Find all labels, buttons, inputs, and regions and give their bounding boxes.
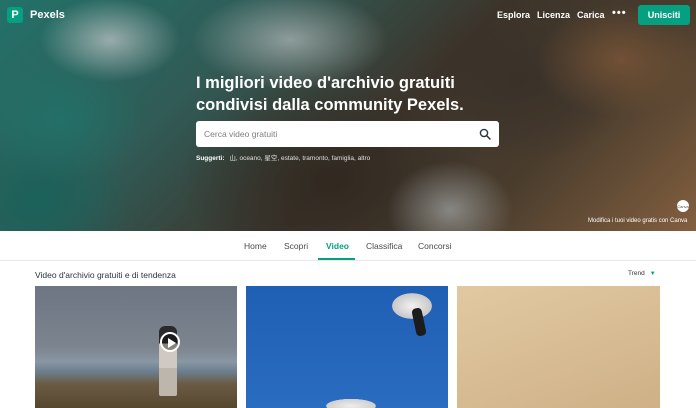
active-tab-indicator [318,258,355,260]
play-icon[interactable] [160,332,180,352]
suggestions-label: Suggerti: [196,155,225,162]
nav-link-licenza[interactable]: Licenza [537,10,570,20]
section-title: Video d'archivio gratuiti e di tendenza [35,270,176,280]
video-card[interactable] [35,286,237,408]
hero-title: I migliori video d'archivio gratuiti con… [196,72,516,116]
video-card[interactable] [457,286,660,408]
pexels-logo-icon[interactable]: P [7,7,23,23]
nav-link-carica[interactable]: Carica [577,10,605,20]
tab-classifica[interactable]: Classifica [366,241,402,251]
video-thumbnail-subject [384,286,440,336]
tab-home[interactable]: Home [244,241,267,251]
top-navigation: P Pexels Esplora Licenza Carica ••• Unis… [0,0,696,30]
sort-dropdown[interactable]: Trend ▼ [628,270,656,277]
tab-video[interactable]: Video [326,241,349,251]
search-suggestions: Suggerti: 山, oceano, 星空, estate, tramont… [196,152,370,162]
brand-name[interactable]: Pexels [30,9,65,21]
sort-label: Trend [628,270,645,277]
video-thumbnail-subject [316,394,386,408]
canva-promo-link[interactable]: Modifica i tuoi video gratis con Canva [588,218,687,224]
tab-scopri[interactable]: Scopri [284,241,308,251]
more-menu-icon[interactable]: ••• [612,7,627,19]
section-tabs: Home Scopri Video Classifica Concorsi [0,231,696,261]
video-card[interactable] [246,286,448,408]
canva-logo-icon[interactable]: Canva [677,200,689,212]
hero-title-line-2: condivisi dalla community Pexels. [196,96,464,114]
chevron-down-icon: ▼ [649,271,656,277]
hero-title-line-1: I migliori video d'archivio gratuiti [196,74,455,92]
search-bar [196,121,499,147]
suggestions-list[interactable]: 山, oceano, 星空, estate, tramonto, famigli… [229,155,370,162]
search-input[interactable] [204,121,474,147]
nav-link-esplora[interactable]: Esplora [497,10,530,20]
join-button[interactable]: Unisciti [638,5,690,25]
tab-concorsi[interactable]: Concorsi [418,241,452,251]
search-icon[interactable] [479,128,491,140]
